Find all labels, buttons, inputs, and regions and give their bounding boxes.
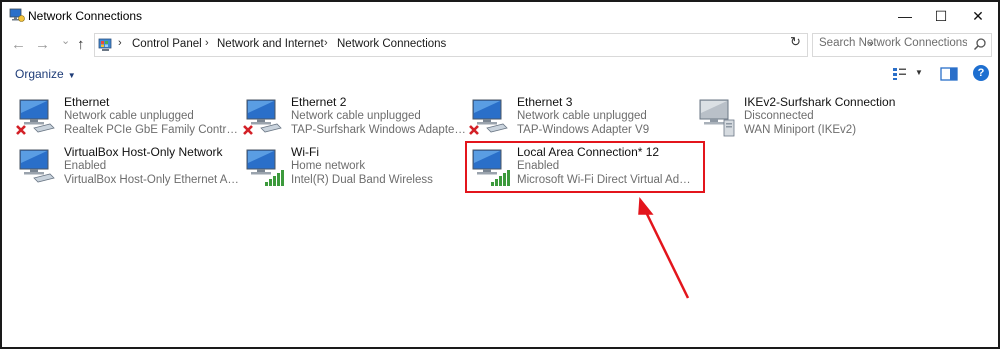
help-icon[interactable]: ? <box>973 65 989 81</box>
breadcrumb-separator: › <box>205 37 209 49</box>
preview-pane-icon[interactable] <box>940 67 958 81</box>
connection-name: Wi-Fi <box>291 145 319 159</box>
control-panel-icon <box>98 38 112 51</box>
connection-name: VirtualBox Host-Only Network <box>64 145 223 159</box>
ethernet-unplugged-icon <box>243 99 282 135</box>
network-connections-app-icon <box>9 8 25 22</box>
window-title: Network Connections <box>28 9 143 23</box>
breadcrumb-network-connections[interactable]: Network Connections <box>337 38 446 50</box>
search-box <box>812 33 992 57</box>
connections-list: Ethernet Network cable unplugged Realtek… <box>2 88 998 347</box>
breadcrumb-network-and-internet[interactable]: Network and Internet <box>217 38 324 50</box>
breadcrumb-control-panel[interactable]: Control Panel <box>132 38 202 50</box>
organize-menu-button[interactable]: Organize ▼ <box>15 67 76 81</box>
close-button[interactable]: ✕ <box>955 2 998 30</box>
refresh-button[interactable]: ↻ <box>790 34 801 50</box>
address-row: ← → ⌄ ↑ › Control Panel › Network and In… <box>2 32 998 58</box>
wifi-signal-icon <box>246 149 284 186</box>
highlight-annotation-box <box>465 141 705 193</box>
organize-dropdown-arrow: ▼ <box>67 71 76 80</box>
vpn-disconnected-icon <box>699 99 735 137</box>
connection-adapter: VirtualBox Host-Only Ethernet Ada... <box>64 174 240 186</box>
breadcrumb-separator: › <box>118 37 122 49</box>
connection-item-ethernet[interactable]: Ethernet Network cable unplugged Realtek… <box>16 95 242 137</box>
connection-adapter: Realtek PCIe GbE Family Controller <box>64 124 240 136</box>
connection-item-virtualbox-host-only[interactable]: VirtualBox Host-Only Network Enabled Vir… <box>16 145 242 187</box>
view-options-arrow[interactable]: ▼ <box>915 68 923 77</box>
ethernet-unplugged-icon <box>469 99 508 135</box>
command-bar: Organize ▼ ▼ ? <box>2 62 998 86</box>
connection-status: Network cable unplugged <box>64 110 194 122</box>
connection-name: Ethernet 3 <box>517 95 573 109</box>
connection-adapter: WAN Miniport (IKEv2) <box>744 124 857 136</box>
connection-item-ethernet-2[interactable]: Ethernet 2 Network cable unplugged TAP-S… <box>243 95 469 137</box>
connection-status: Disconnected <box>744 110 814 122</box>
connection-status: Enabled <box>64 160 107 172</box>
connection-status: Network cable unplugged <box>517 110 647 122</box>
change-view-icon[interactable] <box>892 67 908 81</box>
ethernet-enabled-icon <box>19 149 55 183</box>
connection-adapter: Intel(R) Dual Band Wireless <box>291 174 433 186</box>
connection-adapter: TAP-Surfshark Windows Adapter V9 <box>291 124 467 136</box>
connection-item-ethernet-3[interactable]: Ethernet 3 Network cable unplugged TAP-W… <box>469 95 695 137</box>
back-button[interactable]: ← <box>11 36 26 53</box>
connection-item-wifi[interactable]: Wi-Fi Home network Intel(R) Dual Band Wi… <box>243 145 469 187</box>
breadcrumb-separator: › <box>324 37 328 49</box>
connection-status: Home network <box>291 160 366 172</box>
connection-name: IKEv2-Surfshark Connection <box>744 95 896 109</box>
organize-label: Organize <box>15 67 64 81</box>
ethernet-unplugged-icon <box>16 99 55 135</box>
title-bar: Network Connections — ☐ ✕ <box>2 2 998 30</box>
search-input[interactable] <box>819 37 967 49</box>
connection-item-ikev2-surfshark[interactable]: IKEv2-Surfshark Connection Disconnected … <box>696 95 922 137</box>
recent-locations-button[interactable]: ⌄ <box>61 34 70 47</box>
address-bar[interactable]: › Control Panel › Network and Internet ›… <box>94 33 875 57</box>
forward-button[interactable]: → <box>35 36 50 53</box>
up-button[interactable]: ↑ <box>77 36 85 53</box>
connection-name: Ethernet 2 <box>291 95 347 109</box>
connection-name: Ethernet <box>64 95 110 109</box>
connection-status: Network cable unplugged <box>291 110 421 122</box>
connection-adapter: TAP-Windows Adapter V9 <box>517 124 650 136</box>
search-icon[interactable] <box>973 37 987 51</box>
